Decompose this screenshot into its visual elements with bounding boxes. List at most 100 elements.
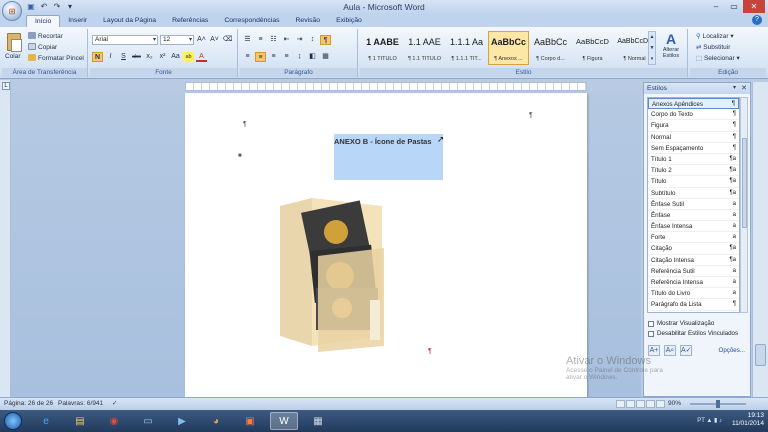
media-player-icon[interactable]: ▶ bbox=[168, 412, 196, 430]
window-app-icon[interactable]: ▭ bbox=[134, 412, 162, 430]
checkbox-box[interactable] bbox=[648, 330, 654, 337]
chrome-icon[interactable]: ◉ bbox=[100, 412, 128, 430]
scroll-thumb[interactable] bbox=[755, 344, 766, 366]
minimize-button[interactable]: – bbox=[707, 0, 725, 13]
increase-indent-icon[interactable]: ⇥ bbox=[294, 35, 305, 45]
page-count[interactable]: Página: 26 de 26 bbox=[4, 398, 53, 410]
numbering-icon[interactable]: ≡ bbox=[255, 35, 266, 45]
clock[interactable]: 19:13 11/01/2014 bbox=[732, 412, 764, 428]
list-item[interactable]: Normal ¶ bbox=[648, 132, 739, 143]
list-item[interactable]: Ênfase Intensa a bbox=[648, 221, 739, 233]
cut-button[interactable]: Recortar bbox=[28, 32, 63, 40]
print-layout-view-icon[interactable] bbox=[616, 400, 625, 408]
start-button[interactable] bbox=[4, 412, 22, 430]
pane-menu-icon[interactable]: ▾ bbox=[733, 83, 736, 94]
font-name-select[interactable]: Arial bbox=[92, 35, 158, 45]
list-item[interactable]: Título do Livro a bbox=[648, 288, 739, 300]
maximize-button[interactable]: ▭ bbox=[725, 0, 743, 13]
tab-exibicao[interactable]: Exibição bbox=[328, 15, 370, 27]
line-spacing-icon[interactable]: ↨ bbox=[294, 52, 305, 62]
word-count[interactable]: Palavras: 6/941 bbox=[58, 398, 103, 410]
list-item[interactable]: Referência Intensa a bbox=[648, 277, 739, 289]
list-item[interactable]: Parágrafo da Lista ¶ bbox=[648, 299, 739, 311]
find-button[interactable]: ⚲ Localizar ▾ bbox=[696, 32, 734, 40]
clear-format-icon[interactable]: ⌫ bbox=[222, 35, 233, 45]
show-marks-icon[interactable]: ¶ bbox=[320, 35, 331, 45]
list-item[interactable]: Título ¶a bbox=[648, 176, 739, 188]
borders-icon[interactable]: ▦ bbox=[320, 52, 331, 62]
align-center-icon[interactable]: ≡ bbox=[255, 52, 266, 62]
format-painter-button[interactable]: Formatar Pincel bbox=[28, 54, 84, 62]
checkbox-box[interactable] bbox=[648, 320, 654, 327]
manage-styles-icon[interactable]: A✓ bbox=[680, 345, 692, 356]
grow-font-icon[interactable]: A˄ bbox=[196, 35, 207, 45]
style-1-titulo[interactable]: 1 AABE ¶ 1 TÍTULO bbox=[362, 31, 403, 65]
decrease-indent-icon[interactable]: ⇤ bbox=[281, 35, 292, 45]
full-screen-view-icon[interactable] bbox=[626, 400, 635, 408]
multilevel-list-icon[interactable]: ☷ bbox=[268, 35, 279, 45]
align-right-icon[interactable]: ≡ bbox=[268, 52, 279, 62]
outline-view-icon[interactable] bbox=[646, 400, 655, 408]
tab-inicio[interactable]: Início bbox=[26, 15, 61, 27]
help-icon[interactable]: ? bbox=[752, 15, 762, 25]
change-styles-button[interactable]: A Alterar Estilos bbox=[659, 31, 683, 59]
zoom-slider-handle[interactable] bbox=[716, 400, 720, 408]
styles-list-scrollbar[interactable] bbox=[740, 97, 748, 313]
list-item[interactable]: Ênfase Sutil a bbox=[648, 199, 739, 210]
select-button[interactable]: ⬚ Selecionar ▾ bbox=[696, 54, 740, 62]
list-item[interactable]: Título 1 ¶a bbox=[648, 154, 739, 166]
strikethrough-button[interactable]: abc bbox=[131, 52, 142, 62]
document-scrollbar[interactable] bbox=[752, 82, 768, 397]
shading-icon[interactable]: ◧ bbox=[307, 52, 318, 62]
tab-layout[interactable]: Layout da Página bbox=[95, 15, 164, 27]
style-1-1-titulo[interactable]: 1.1 AAE ¶ 1.1 TÍTULO bbox=[404, 31, 445, 65]
tab-selector[interactable]: L bbox=[2, 82, 10, 90]
ie-icon[interactable]: e bbox=[32, 412, 60, 430]
paste-icon[interactable] bbox=[7, 33, 22, 52]
list-item[interactable]: Anexos Apêndices ¶ bbox=[648, 98, 739, 110]
shrink-font-icon[interactable]: A˅ bbox=[209, 35, 220, 45]
highlight-button[interactable]: ab bbox=[183, 52, 194, 62]
subscript-button[interactable]: x₂ bbox=[144, 52, 155, 62]
bold-button[interactable]: N bbox=[92, 52, 103, 62]
list-item[interactable]: Forte a bbox=[648, 232, 739, 244]
calculator-icon[interactable]: ▦ bbox=[304, 412, 332, 430]
options-link[interactable]: Opções... bbox=[719, 347, 745, 354]
gimp-icon[interactable]: ◕ bbox=[202, 412, 230, 430]
word-icon[interactable]: W bbox=[270, 412, 298, 430]
underline-button[interactable]: S bbox=[118, 52, 129, 62]
list-item[interactable]: Citação ¶a bbox=[648, 243, 739, 255]
system-tray-icons[interactable]: PT ▲ ▮ ♪ bbox=[697, 417, 722, 424]
list-item[interactable]: Sem Espaçamento ¶ bbox=[648, 143, 739, 154]
style-anexos[interactable]: AaBbCc ¶ Anexos ... bbox=[488, 31, 529, 65]
selected-heading[interactable]: ANEXO B - Ícone de Pastas bbox=[334, 134, 443, 180]
replace-button[interactable]: ⇄ Substituir bbox=[696, 43, 730, 51]
superscript-button[interactable]: x² bbox=[157, 52, 168, 62]
justify-icon[interactable]: ≡ bbox=[281, 52, 292, 62]
font-size-select[interactable]: 12 bbox=[160, 35, 194, 45]
style-corpo[interactable]: AaBbCc ¶ Corpo d... bbox=[530, 31, 571, 65]
paste-button[interactable]: Colar bbox=[5, 53, 21, 60]
zoom-level[interactable]: 90% bbox=[668, 398, 681, 410]
gallery-scroll[interactable]: ▲ ▼ ▾ bbox=[648, 31, 656, 65]
tab-inserir[interactable]: Inserir bbox=[60, 15, 95, 27]
change-case-button[interactable]: Aa bbox=[170, 52, 181, 62]
style-inspector-icon[interactable]: A⌕ bbox=[664, 345, 676, 356]
horizontal-ruler[interactable] bbox=[185, 82, 587, 91]
sort-icon[interactable]: ↕ bbox=[307, 35, 318, 45]
web-layout-view-icon[interactable] bbox=[636, 400, 645, 408]
close-button[interactable]: ✕ bbox=[743, 0, 765, 13]
list-item[interactable]: Corpo do Texto ¶ bbox=[648, 109, 739, 121]
zoom-slider[interactable] bbox=[690, 400, 746, 408]
explorer-icon[interactable]: ▤ bbox=[66, 412, 94, 430]
show-preview-checkbox[interactable]: Mostrar Visualização bbox=[648, 320, 714, 327]
list-item[interactable]: Referência Sutil a bbox=[648, 266, 739, 277]
font-color-button[interactable]: A bbox=[196, 52, 207, 62]
italic-button[interactable]: I bbox=[105, 52, 116, 62]
list-item[interactable]: Ênfase a bbox=[648, 210, 739, 222]
list-item[interactable]: Subtítulo ¶a bbox=[648, 188, 739, 199]
tab-referencias[interactable]: Referências bbox=[164, 15, 216, 27]
copy-button[interactable]: Copiar bbox=[28, 43, 57, 51]
proofing-icon[interactable]: ✓ bbox=[112, 398, 117, 410]
tab-correspondencias[interactable]: Correspondências bbox=[216, 15, 287, 27]
